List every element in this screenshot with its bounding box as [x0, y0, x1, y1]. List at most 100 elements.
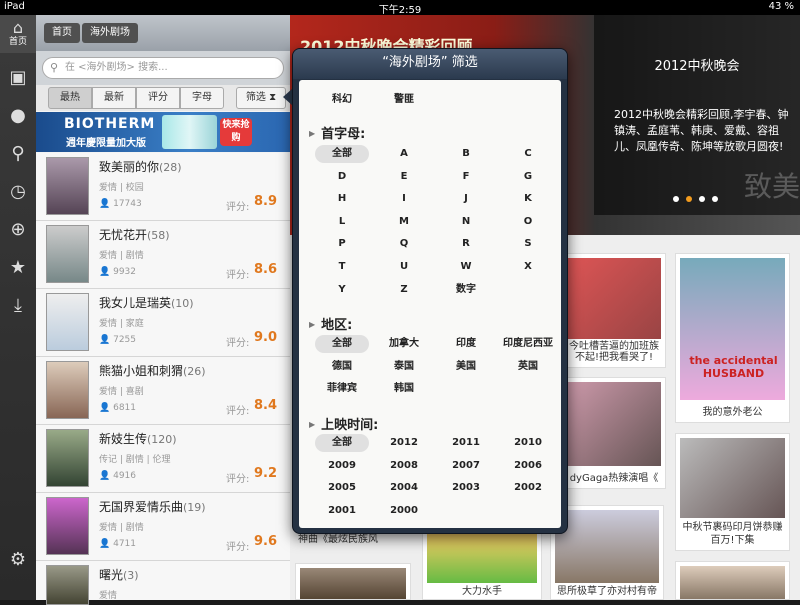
tab-rating[interactable]: 评分 [136, 87, 180, 109]
letter-option[interactable]: Q [377, 235, 431, 253]
item-views: 👤 17743 [99, 199, 142, 209]
video-card[interactable]: the accidental HUSBAND 我的意外老公 [675, 253, 790, 423]
search-icon[interactable]: ⚲ [0, 135, 36, 173]
letter-option[interactable]: W [439, 258, 493, 276]
breadcrumb-home[interactable]: 首页 [44, 23, 80, 43]
history-clock-icon[interactable]: ◷ [0, 173, 36, 211]
tab-hottest[interactable]: 最热 [48, 87, 92, 109]
download-icon[interactable]: ⤓ [0, 287, 36, 325]
year-option[interactable]: 2012 [377, 434, 431, 452]
user-icon[interactable]: ● [0, 97, 36, 135]
year-option[interactable]: 2003 [439, 479, 493, 497]
letter-option[interactable]: U [377, 258, 431, 276]
letter-option[interactable]: L [315, 213, 369, 231]
search-input[interactable]: ⚲ 在 <海外剧场> 搜索... [42, 57, 284, 79]
region-option[interactable]: 印度 [439, 335, 493, 353]
year-option[interactable]: 2008 [377, 457, 431, 475]
genre-option[interactable]: 科幻 [315, 91, 369, 109]
year-option[interactable]: 全部 [315, 434, 369, 452]
region-option[interactable]: 泰国 [377, 358, 431, 376]
nav-home[interactable]: ⌂ 首页 [0, 15, 36, 53]
item-title-text: 曙光 [99, 568, 123, 582]
letter-option[interactable]: D [315, 168, 369, 186]
item-episode-count: (3) [123, 569, 139, 582]
poster-thumbnail [46, 225, 89, 283]
gear-icon[interactable]: ⚙ [0, 541, 36, 579]
card-caption: 大力水手 [423, 582, 541, 597]
letter-option[interactable]: 数字 [439, 281, 493, 299]
region-option[interactable]: 加拿大 [377, 335, 431, 353]
list-item[interactable]: 熊猫小姐和刺猬(26) 爱情 | 喜剧 👤 6811 评分: 8.4 [36, 357, 290, 425]
item-title-text: 致美丽的你 [99, 160, 159, 174]
video-card[interactable] [295, 563, 411, 600]
item-views-value: 17743 [113, 199, 142, 209]
carousel-dot-active[interactable] [686, 196, 692, 202]
year-option[interactable]: 2005 [315, 479, 369, 497]
letter-option[interactable]: Y [315, 281, 369, 299]
letter-option[interactable]: A [377, 145, 431, 163]
letter-option[interactable]: J [439, 190, 493, 208]
carousel-dot[interactable] [673, 196, 679, 202]
letter-option[interactable]: E [377, 168, 431, 186]
letter-option[interactable]: T [315, 258, 369, 276]
list-item[interactable]: 新妓生传(120) 传记 | 剧情 | 伦理 👤 4916 评分: 9.2 [36, 425, 290, 493]
card-caption: 我的意外老公 [676, 403, 789, 418]
year-option[interactable]: 2006 [501, 457, 555, 475]
carousel-dot[interactable] [712, 196, 718, 202]
year-option[interactable]: 2004 [377, 479, 431, 497]
letter-option[interactable]: N [439, 213, 493, 231]
year-option[interactable]: 2011 [439, 434, 493, 452]
tv-icon[interactable]: ▣ [0, 59, 36, 97]
region-option[interactable]: 美国 [439, 358, 493, 376]
video-card[interactable]: dyGaga热辣演唱《 [562, 377, 666, 489]
letter-option[interactable]: M [377, 213, 431, 231]
region-option[interactable]: 韩国 [377, 380, 431, 398]
video-card[interactable] [675, 561, 790, 600]
list-item[interactable]: 曙光(3) 爱情 [36, 561, 290, 600]
letter-option[interactable]: S [501, 235, 555, 253]
letter-option[interactable]: K [501, 190, 555, 208]
list-item[interactable]: 无国界爱情乐曲(19) 爱情 | 剧情 👤 4711 评分: 9.6 [36, 493, 290, 561]
list-item[interactable]: 无忧花开(58) 爱情 | 剧情 👤 9932 评分: 8.6 [36, 221, 290, 289]
year-option[interactable]: 2009 [315, 457, 369, 475]
letter-option[interactable]: P [315, 235, 369, 253]
letter-option[interactable]: Z [377, 281, 431, 299]
hero-watermark: 致美 [744, 165, 800, 205]
list-item[interactable]: 我女儿是瑞英(10) 爱情 | 家庭 👤 7255 评分: 9.0 [36, 289, 290, 357]
letter-option[interactable]: O [501, 213, 555, 231]
breadcrumb-current[interactable]: 海外剧场 [82, 23, 138, 43]
rating-value: 9.0 [254, 330, 277, 345]
region-option[interactable]: 全部 [315, 335, 369, 353]
letter-option[interactable]: R [439, 235, 493, 253]
video-card[interactable]: 中秋节裹码印月饼恭赚 百万!下集 [675, 433, 790, 551]
genre-option[interactable]: 警匪 [377, 91, 431, 109]
video-card[interactable]: 今吐槽苦逼的加班族 不起!把我看哭了! [562, 253, 666, 368]
letter-option[interactable]: I [377, 190, 431, 208]
letter-option[interactable]: B [439, 145, 493, 163]
list-item[interactable]: 致美丽的你(28) 爱情 | 校园 👤 17743 评分: 8.9 [36, 153, 290, 221]
video-card[interactable]: 大力水手 [422, 525, 542, 600]
item-views-value: 6811 [113, 403, 136, 413]
tab-newest[interactable]: 最新 [92, 87, 136, 109]
tab-alpha[interactable]: 字母 [180, 87, 224, 109]
letter-option[interactable]: G [501, 168, 555, 186]
letter-option[interactable]: F [439, 168, 493, 186]
carousel-dot[interactable] [699, 196, 705, 202]
region-option[interactable]: 英国 [501, 358, 555, 376]
star-icon[interactable]: ★ [0, 249, 36, 287]
ad-banner[interactable]: BIOTHERM 週年慶限量加大版 快来抢购 [36, 112, 290, 152]
region-option[interactable]: 印度尼西亚 [501, 335, 555, 353]
letter-option[interactable]: X [501, 258, 555, 276]
letter-option[interactable]: C [501, 145, 555, 163]
year-option[interactable]: 2002 [501, 479, 555, 497]
year-option[interactable]: 2007 [439, 457, 493, 475]
filter-button[interactable]: 筛选 ⧗ [236, 87, 286, 109]
year-option[interactable]: 2010 [501, 434, 555, 452]
year-option[interactable]: 2000 [377, 502, 431, 520]
letter-option[interactable]: 全部 [315, 145, 369, 163]
region-option[interactable]: 菲律宾 [315, 380, 369, 398]
year-option[interactable]: 2001 [315, 502, 369, 520]
target-icon[interactable]: ⊕ [0, 211, 36, 249]
region-option[interactable]: 德国 [315, 358, 369, 376]
letter-option[interactable]: H [315, 190, 369, 208]
